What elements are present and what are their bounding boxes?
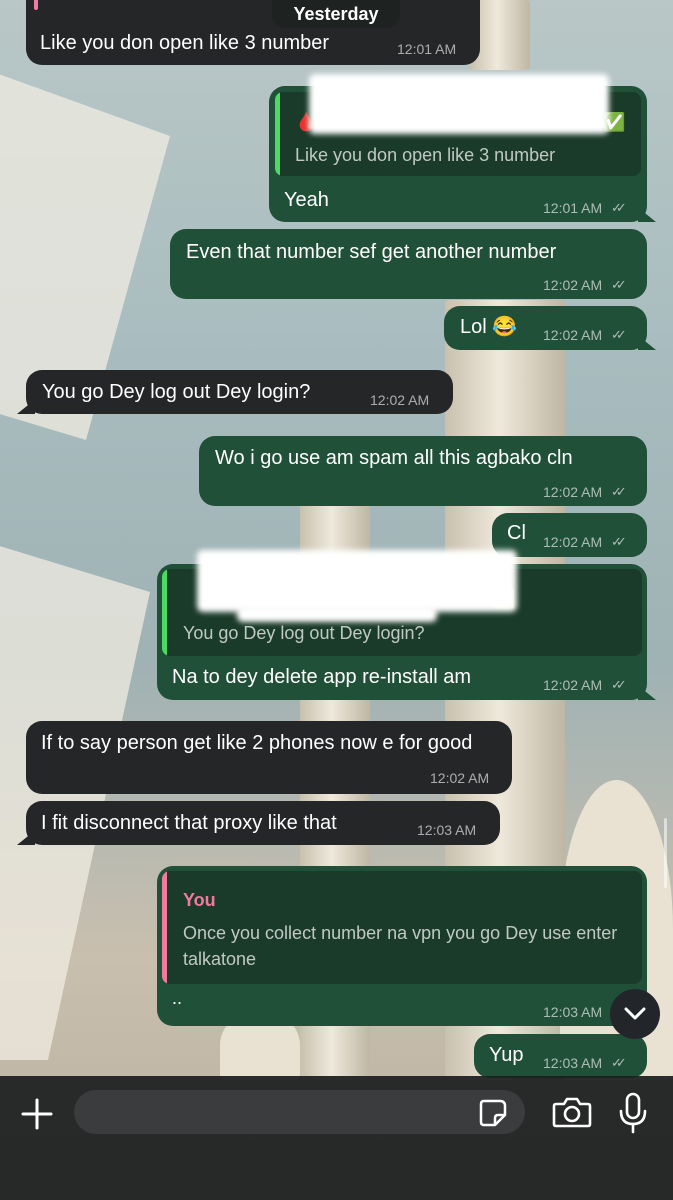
message-text: Yup: [489, 1044, 524, 1066]
read-receipt-icon: ✓✓: [611, 200, 627, 215]
chevron-down-icon: [624, 1007, 646, 1020]
reply-bar: [162, 569, 167, 656]
message-outgoing[interactable]: 🩸 Blood ✅ Like you don open like 3 numbe…: [269, 74, 647, 222]
message-outgoing[interactable]: ✅ You go Dey log out Dey login? Na to de…: [157, 550, 647, 700]
message-outgoing[interactable]: You Once you collect number na vpn you g…: [157, 866, 647, 1026]
plus-icon: [21, 1098, 53, 1130]
message-text: Even that number sef get another number: [186, 241, 557, 263]
redaction: [237, 606, 437, 622]
message-incoming[interactable]: Like you don open like 3 number 12:01 AM: [26, 0, 480, 65]
message-time: 12:03 AM: [543, 1004, 603, 1020]
message-text: If to say person get like 2 phones now e…: [41, 732, 473, 754]
message-time: 12:02 AM: [370, 392, 430, 408]
reply-sender: You: [183, 890, 216, 910]
scroll-to-bottom-button[interactable]: [610, 989, 660, 1039]
reply-bar: [162, 871, 167, 984]
sticker-button[interactable]: [478, 1098, 508, 1128]
reply-text: Once you collect number na vpn you go De…: [183, 923, 618, 969]
microphone-icon: [619, 1092, 647, 1134]
message-outgoing[interactable]: Lol 😂 12:02 AM ✓✓: [444, 306, 647, 350]
reply-text: You go Dey log out Dey login?: [183, 623, 425, 643]
message-time: 12:02 AM: [543, 484, 603, 500]
message-time: 12:01 AM: [543, 200, 603, 216]
read-receipt-icon: ✓✓: [611, 677, 627, 692]
message-text: ..: [172, 988, 183, 1008]
message-list[interactable]: Like you don open like 3 number 12:01 AM…: [0, 0, 673, 1078]
message-text: I fit disconnect that proxy like that: [41, 812, 337, 834]
message-incoming[interactable]: If to say person get like 2 phones now e…: [26, 721, 512, 794]
read-receipt-icon: ✓✓: [611, 534, 627, 549]
message-input[interactable]: [74, 1090, 525, 1134]
camera-button[interactable]: [552, 1095, 592, 1131]
reply-bar: [275, 92, 280, 176]
message-time: 12:02 AM: [543, 277, 603, 293]
message-time: 12:03 AM: [543, 1055, 603, 1071]
message-time: 12:03 AM: [417, 822, 477, 838]
redaction: [309, 74, 609, 134]
camera-icon: [552, 1097, 592, 1128]
message-time: 12:02 AM: [543, 327, 603, 343]
reply-quote[interactable]: You Once you collect number na vpn you g…: [162, 871, 642, 984]
reply-bar: [34, 0, 38, 10]
message-text: Cl: [507, 522, 526, 544]
message-outgoing[interactable]: Cl 12:02 AM ✓✓: [492, 513, 647, 557]
message-text: Lol 😂: [460, 316, 518, 338]
attach-button[interactable]: [17, 1094, 57, 1134]
message-time: 12:01 AM: [397, 41, 457, 57]
message-text: You go Dey log out Dey login?: [42, 381, 311, 403]
microphone-button[interactable]: [618, 1092, 648, 1134]
date-separator: Yesterday: [272, 0, 400, 28]
read-receipt-icon: ✓✓: [611, 277, 627, 292]
message-outgoing[interactable]: Yup 12:03 AM ✓✓: [474, 1034, 647, 1078]
read-receipt-icon: ✓✓: [611, 327, 627, 342]
read-receipt-icon: ✓✓: [611, 484, 627, 499]
message-time: 12:02 AM: [543, 677, 603, 693]
message-time: 12:02 AM: [430, 770, 490, 786]
read-receipt-icon: ✓✓: [611, 1055, 627, 1070]
message-text: Na to dey delete app re-install am: [172, 666, 472, 688]
scrollbar[interactable]: [664, 818, 667, 888]
reply-text: Like you don open like 3 number: [295, 145, 556, 165]
message-text: Like you don open like 3 number: [40, 32, 330, 54]
message-outgoing[interactable]: Even that number sef get another number …: [170, 229, 647, 299]
message-time: 12:02 AM: [543, 534, 603, 550]
message-outgoing[interactable]: Wo i go use am spam all this agbako cln …: [199, 436, 647, 506]
message-incoming[interactable]: You go Dey log out Dey login? 12:02 AM: [26, 370, 453, 414]
message-text: Yeah: [284, 189, 329, 211]
redaction: [197, 550, 517, 612]
message-text: Wo i go use am spam all this agbako cln: [215, 447, 573, 469]
message-incoming[interactable]: I fit disconnect that proxy like that 12…: [26, 801, 500, 845]
sticker-icon: [479, 1099, 507, 1127]
message-composer: [0, 1076, 673, 1200]
